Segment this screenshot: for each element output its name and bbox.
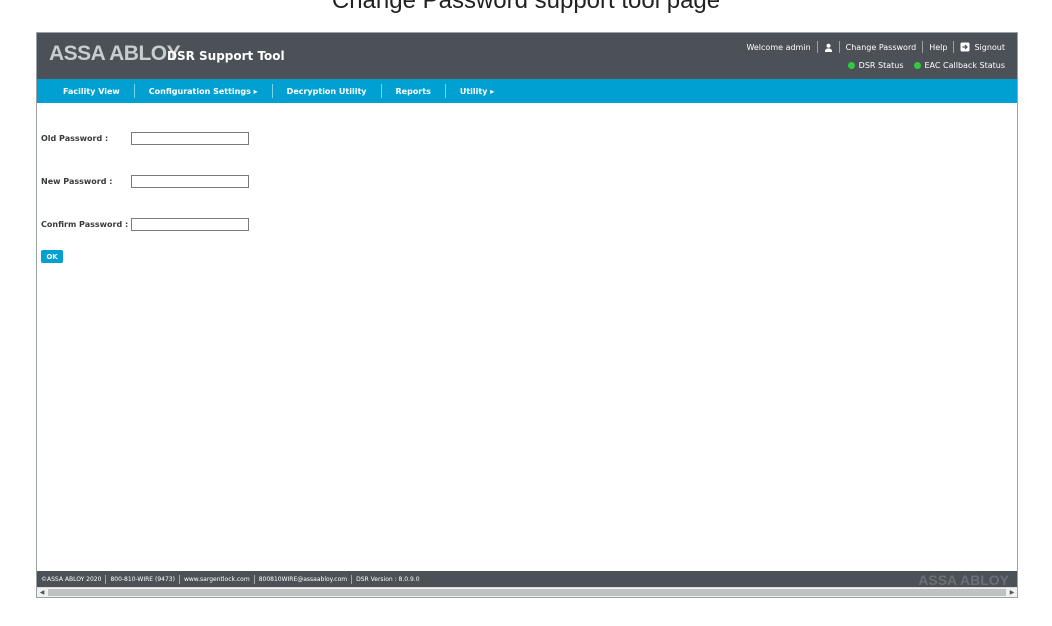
nav-facility-view[interactable]: Facility View xyxy=(37,87,134,96)
nav-reports[interactable]: Reports xyxy=(382,87,445,96)
old-password-row: Old Password : xyxy=(41,132,249,145)
eac-callback-status: EAC Callback Status xyxy=(913,61,1006,70)
footer-divider xyxy=(105,574,107,584)
app-title: DSR Support Tool xyxy=(167,49,285,63)
signout-icon[interactable] xyxy=(960,42,970,52)
divider xyxy=(922,41,924,53)
old-password-field[interactable] xyxy=(131,132,249,145)
new-password-row: New Password : xyxy=(41,175,249,188)
app-window: ASSA ABLOY DSR Support Tool Welcome admi… xyxy=(36,32,1018,598)
header-bar: ASSA ABLOY DSR Support Tool Welcome admi… xyxy=(37,33,1017,79)
horizontal-scrollbar[interactable]: ◀ ▶ xyxy=(37,587,1017,597)
assa-abloy-logo: ASSA ABLOY xyxy=(49,42,181,65)
status-bar: DSR Status EAC Callback Status xyxy=(838,61,1005,70)
dsr-status-label: DSR Status xyxy=(858,61,904,70)
email-link[interactable]: 800810WIRE@assaabloy.com xyxy=(259,576,347,583)
new-password-field[interactable] xyxy=(131,175,249,188)
old-password-label: Old Password : xyxy=(41,134,109,143)
help-link[interactable]: Help xyxy=(929,43,947,52)
nav-utility[interactable]: Utility ▸ xyxy=(446,87,508,96)
confirm-password-field[interactable] xyxy=(131,218,249,231)
divider xyxy=(816,41,818,53)
status-dot-icon xyxy=(913,62,921,69)
dsr-status: DSR Status xyxy=(847,61,904,70)
version-text: DSR Version : 8.0.9.0 xyxy=(356,575,420,583)
footer-divider xyxy=(178,574,180,584)
footer-bar: ©ASSA ABLOY 2020 800-810-WIRE (9473) www… xyxy=(37,571,1017,588)
footer-logo: ASSA ABLOY xyxy=(918,572,1009,588)
status-dot-icon xyxy=(847,62,855,69)
change-password-link[interactable]: Change Password xyxy=(846,43,917,52)
divider xyxy=(953,41,955,53)
copyright-text: ©ASSA ABLOY 2020 xyxy=(41,575,102,583)
divider xyxy=(838,41,840,53)
website-link[interactable]: www.sargentlock.com xyxy=(184,576,250,583)
nav-decryption-utility[interactable]: Decryption Utility xyxy=(273,87,381,96)
user-icon[interactable] xyxy=(824,43,833,52)
confirm-password-row: Confirm Password : xyxy=(41,218,249,231)
phone-text: 800-810-WIRE (9473) xyxy=(110,575,175,583)
user-bar: Welcome admin Change Password Help Signo… xyxy=(746,40,1005,54)
confirm-password-label: Confirm Password : xyxy=(41,220,129,229)
footer-divider xyxy=(253,574,255,584)
new-password-label: New Password : xyxy=(41,177,113,186)
footer-info: ©ASSA ABLOY 2020 800-810-WIRE (9473) www… xyxy=(37,574,420,584)
scroll-right-icon[interactable]: ▶ xyxy=(1007,588,1017,597)
page-caption: Change Password support tool page xyxy=(331,0,721,14)
scroll-left-icon[interactable]: ◀ xyxy=(37,588,47,597)
signout-link[interactable]: Signout xyxy=(974,43,1005,52)
footer-divider xyxy=(351,574,353,584)
eac-callback-status-label: EAC Callback Status xyxy=(924,61,1006,70)
ok-button[interactable]: OK xyxy=(41,250,63,263)
nav-configuration-settings[interactable]: Configuration Settings ▸ xyxy=(135,87,272,96)
main-nav: Facility View Configuration Settings ▸ D… xyxy=(37,79,1017,103)
scrollbar-thumb[interactable] xyxy=(48,589,1006,596)
welcome-text: Welcome admin xyxy=(746,42,811,52)
